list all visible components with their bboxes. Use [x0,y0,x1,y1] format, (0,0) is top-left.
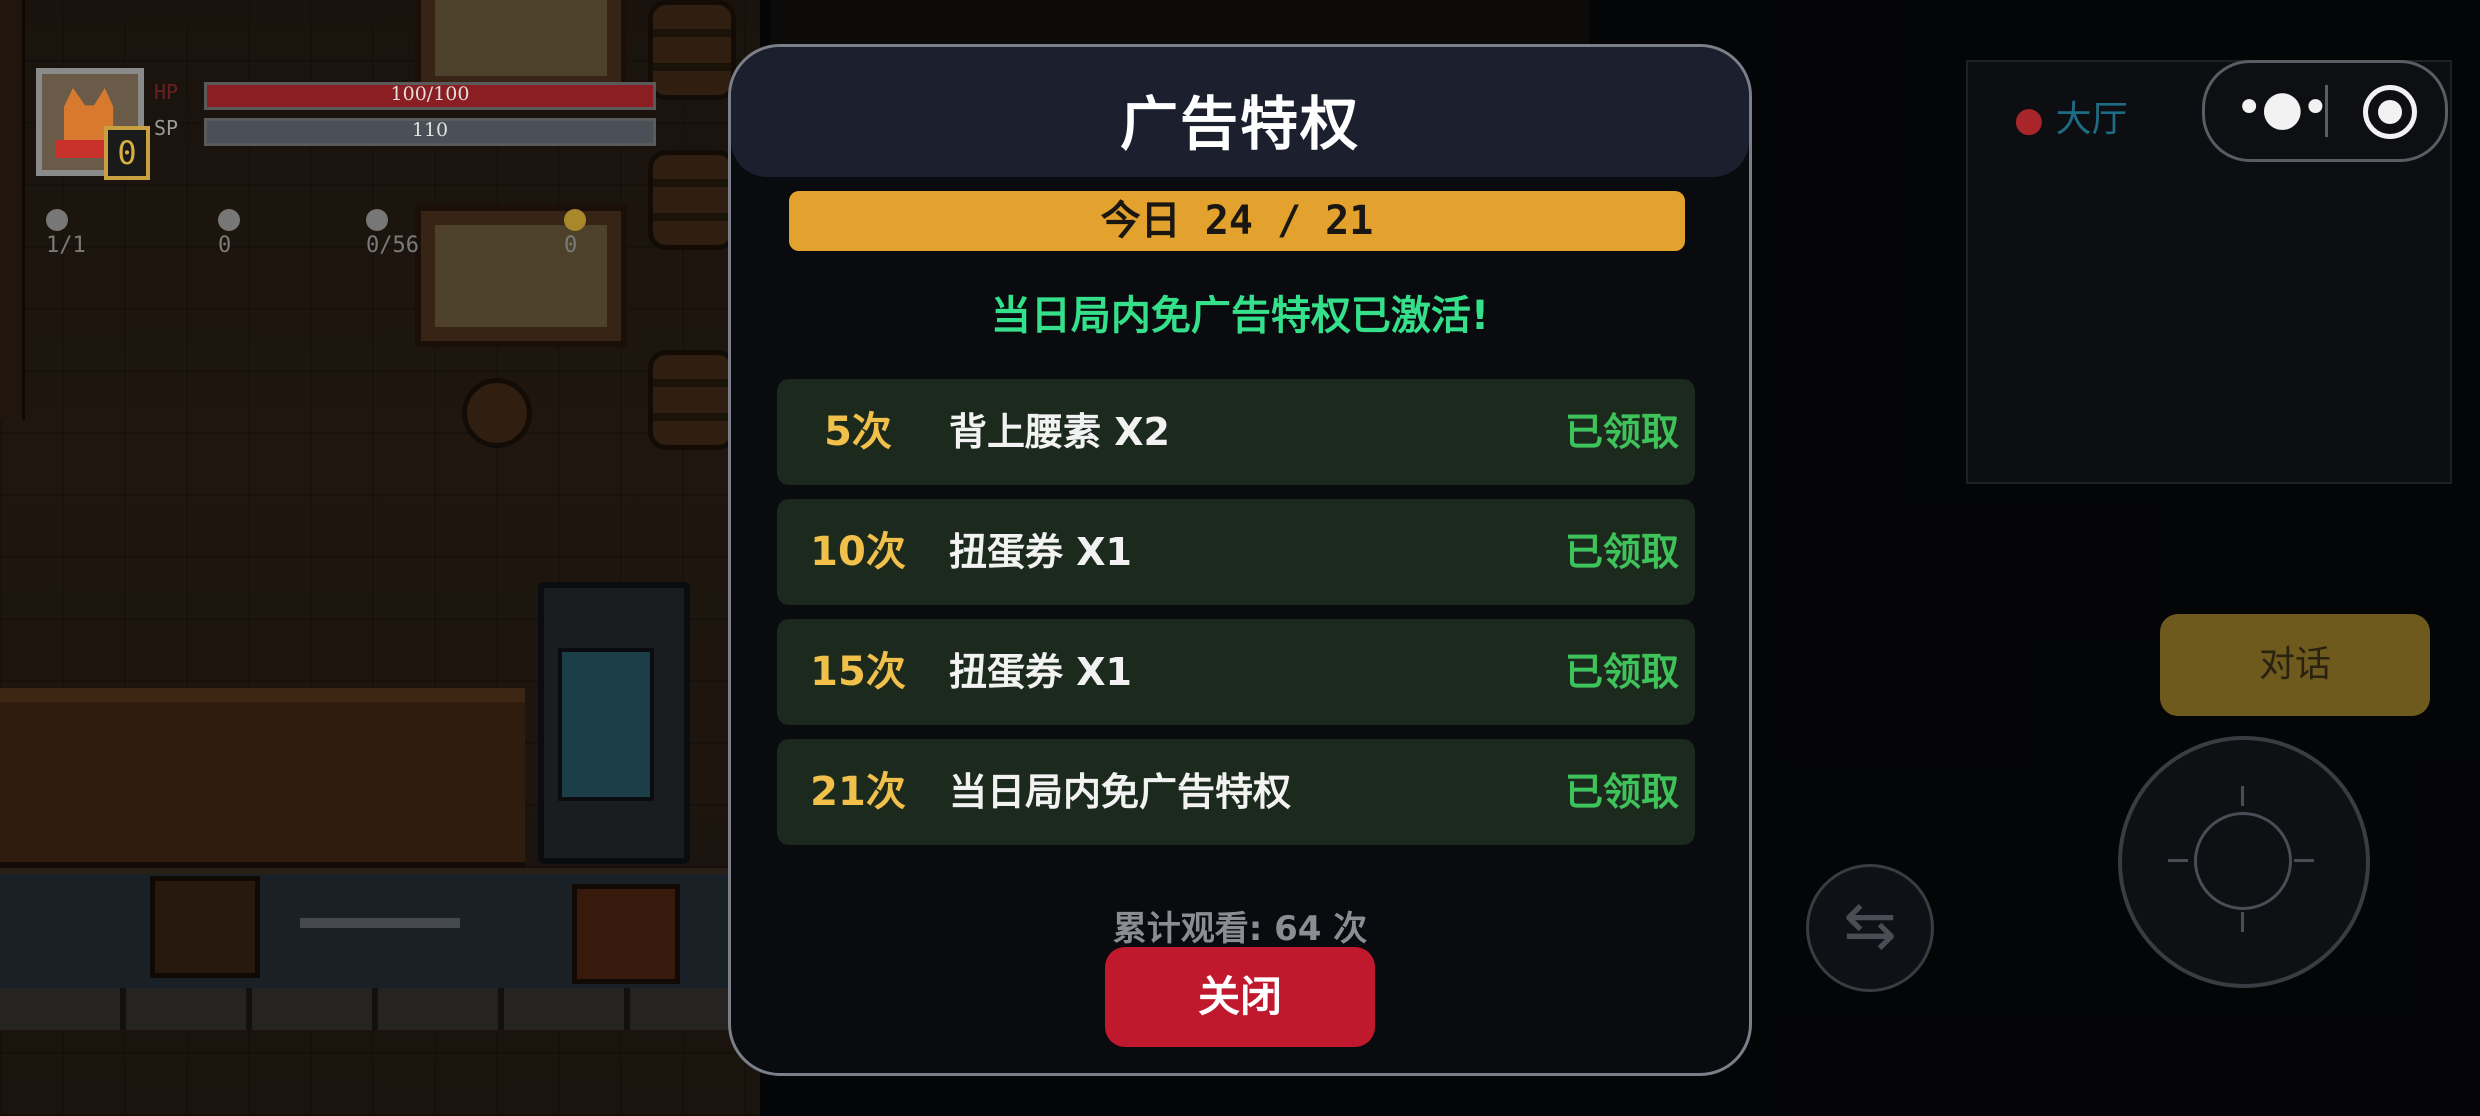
hp-bar: 100/100 [204,82,656,110]
joystick-tick [2168,859,2188,862]
joystick-tick [2241,786,2244,806]
swap-arrows-icon[interactable]: ⇆ [1806,864,1934,992]
bag-count: 0/56 [366,233,419,258]
reward-row: 10次 扭蛋券 X1 已领取 [777,499,1695,605]
reward-count: 15次 [810,649,906,695]
record-icon[interactable] [2363,85,2417,139]
bag-icon [366,209,388,231]
total-watched: 累计观看: 64 次 [1112,909,1368,949]
reward-status: 已领取 [1564,530,1679,574]
close-button[interactable]: 关闭 [1105,947,1375,1047]
reward-status: 已领取 [1564,650,1679,694]
hp-value: 100/100 [390,83,470,105]
reward-count: 21次 [810,769,906,815]
daily-progress-bar: 今日 24 / 21 [789,191,1685,251]
dialog-title: 广告特权 [1119,90,1360,158]
bag-stat: 0/56 [366,208,419,258]
location-name: 大厅 [2055,99,2128,140]
coin-count: 0 [564,233,578,258]
mini-program-capsule: •●• [2202,60,2448,162]
joystick-knob[interactable] [2194,812,2292,910]
joystick-tick [2241,912,2244,932]
reward-row: 21次 当日局内免广告特权 已领取 [777,739,1695,845]
sp-label: SP [154,116,179,140]
weapon-count: 1/1 [46,233,86,258]
sp-bar: 110 [204,118,656,146]
reward-status: 已领取 [1564,410,1679,454]
aim-joystick[interactable] [2118,736,2370,988]
activated-notice: 当日局内免广告特权已激活! [990,293,1490,339]
weapon-icon [46,209,68,231]
location-label: ● 大厅 [2014,90,2128,142]
reward-item: 扭蛋券 X1 [949,530,1132,574]
reward-count: 5次 [824,409,892,455]
coin-icon [564,209,586,231]
dialog-header: 广告特权 [731,47,1749,177]
skull-icon [218,209,240,231]
joystick-tick [2294,859,2314,862]
location-pin-icon: ● [2014,100,2044,140]
reward-row: 15次 扭蛋券 X1 已领取 [777,619,1695,725]
reward-item: 当日局内免广告特权 [949,770,1292,814]
reward-item: 扭蛋券 X1 [949,650,1132,694]
reward-count: 10次 [810,529,906,575]
sp-value: 110 [411,119,449,141]
talk-button[interactable]: 对话 [2160,614,2430,716]
weapon-stat: 1/1 [46,208,86,258]
reward-row: 5次 背上腰素 X2 已领取 [777,379,1695,485]
coin-stat: 0 [564,208,594,258]
player-avatar: 0 [36,68,150,180]
hp-label: HP [154,80,179,104]
reward-status: 已领取 [1564,770,1679,814]
reward-item: 背上腰素 X2 [949,410,1170,454]
capsule-divider [2325,85,2328,137]
kill-stat: 0 [218,208,248,258]
ad-privilege-dialog: 广告特权 今日 24 / 21 当日局内免广告特权已激活! 5次 背上腰素 X2… [728,44,1752,1076]
player-level: 0 [104,126,150,180]
kill-count: 0 [218,233,232,258]
more-dots-icon[interactable]: •●• [2235,83,2330,139]
